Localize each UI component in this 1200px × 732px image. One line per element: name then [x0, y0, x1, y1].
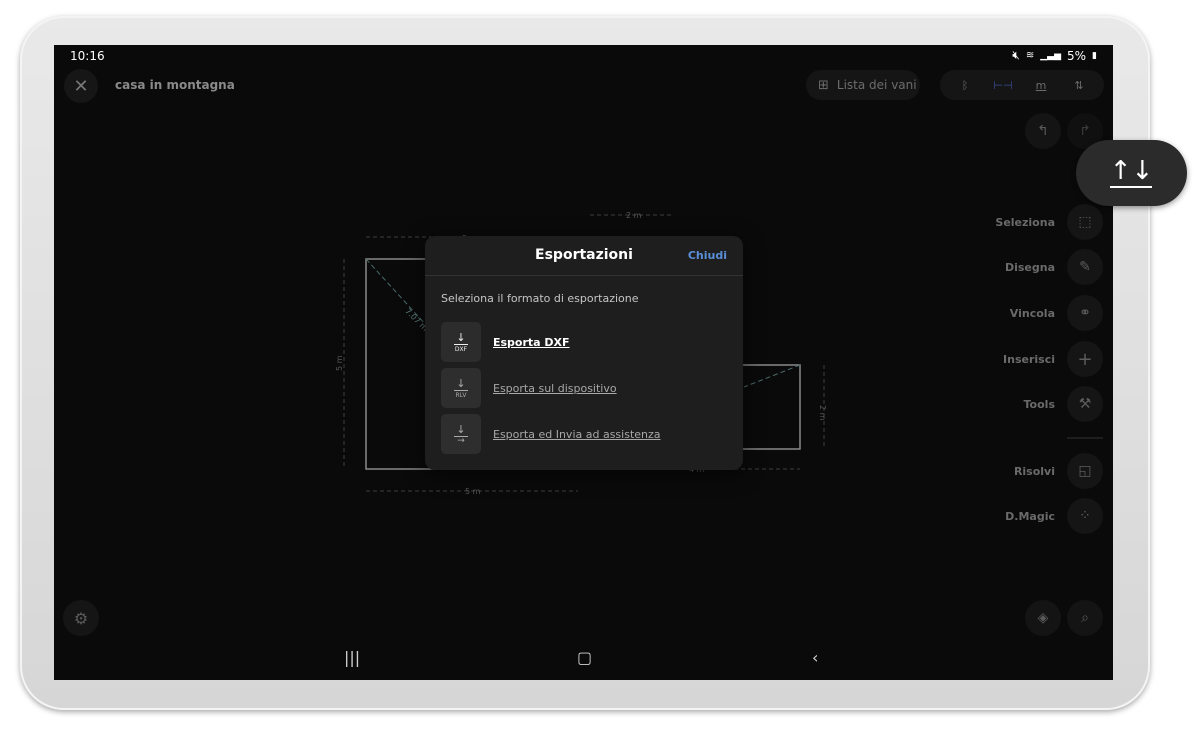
export-dxf-option[interactable]: ↓ DXF Esporta DXF: [441, 322, 570, 362]
search-icon: ⌕: [1081, 610, 1089, 626]
rooms-list-label: Lista dei vani: [836, 78, 917, 92]
tool-select[interactable]: Seleziona ⬚: [995, 204, 1103, 240]
layers-icon: ◈: [1037, 610, 1049, 626]
hammer-icon[interactable]: ⚒: [1067, 386, 1103, 422]
export-device-label[interactable]: Esporta sul dispositivo: [493, 382, 617, 395]
close-button[interactable]: ✕: [64, 69, 98, 103]
tool-label: Inserisci: [1003, 352, 1055, 366]
export-arrows-icon: ↑↓: [1109, 156, 1154, 186]
export-dialog: Esportazioni Chiudi Seleziona il formato…: [425, 236, 743, 470]
rooms-list-button[interactable]: ⊞ Lista dei vani: [806, 70, 920, 100]
diagonal-right: [743, 364, 801, 388]
dialog-subtitle: Seleziona il formato di esportazione: [441, 292, 639, 305]
undo-icon: ↰: [1037, 123, 1049, 139]
battery-level: 5%: [1067, 48, 1087, 63]
download-rlv-icon: ↓ RLV: [441, 368, 481, 408]
tool-label: Seleziona: [995, 215, 1055, 229]
mute-icon: 🔇︎: [1012, 48, 1020, 62]
status-bar: 10:16 🔇︎ ≋ ▁▃▅ 5% ▮: [54, 45, 1113, 67]
magic-icon[interactable]: ⁘: [1067, 498, 1103, 534]
export-icon[interactable]: ⇅: [1064, 79, 1094, 92]
select-icon[interactable]: ⬚: [1067, 204, 1103, 240]
tool-label: D.Magic: [1005, 509, 1055, 523]
export-support-option[interactable]: ↓ → Esporta ed Invia ad assistenza: [441, 414, 661, 454]
dialog-close-button[interactable]: Chiudi: [688, 249, 727, 262]
solve-icon[interactable]: ◱: [1067, 453, 1103, 489]
download-dxf-icon: ↓ DXF: [441, 322, 481, 362]
export-support-label[interactable]: Esporta ed Invia ad assistenza: [493, 428, 661, 441]
link-icon[interactable]: ⚭: [1067, 295, 1103, 331]
dxf-tag: DXF: [454, 345, 468, 353]
undo-redo-group: ↰ ↱: [1025, 113, 1105, 149]
tool-label: Vincola: [1009, 306, 1055, 320]
status-time: 10:16: [70, 49, 105, 63]
rlv-tag: RLV: [455, 391, 467, 399]
grid-icon: ⊞: [818, 77, 829, 93]
send-support-icon: ↓ →: [441, 414, 481, 454]
tool-solve[interactable]: Risolvi ◱: [1014, 453, 1103, 489]
export-dxf-label[interactable]: Esporta DXF: [493, 336, 570, 349]
tool-dmagic[interactable]: D.Magic ⁘: [1005, 498, 1103, 534]
wifi-icon: ≋: [1025, 50, 1035, 61]
pencil-icon[interactable]: ✎: [1067, 249, 1103, 285]
system-nav-bar: ||| ▢ ‹: [54, 640, 1113, 680]
tool-insert[interactable]: Inserisci +: [1003, 341, 1103, 377]
top-app-bar: ✕ casa in montagna ⊞ Lista dei vani ᛒ ⊢⊣…: [54, 67, 1113, 103]
dim-label-top: 2 m: [626, 211, 642, 220]
redo-icon: ↱: [1079, 123, 1091, 139]
search-button[interactable]: ⌕: [1067, 600, 1103, 636]
tool-draw[interactable]: Disegna ✎: [1005, 249, 1103, 285]
project-title: casa in montagna: [115, 78, 235, 92]
battery-icon: ▮: [1092, 50, 1097, 61]
toolbar-pill-group: ᛒ ⊢⊣ m ⇅: [940, 70, 1104, 100]
dim-label-right: 2 m: [818, 405, 827, 421]
tool-label: Risolvi: [1013, 464, 1055, 478]
tool-tools[interactable]: Tools ⚒: [1024, 386, 1103, 422]
recent-apps-icon[interactable]: |||: [344, 648, 360, 667]
undo-button[interactable]: ↰: [1025, 113, 1061, 149]
settings-button[interactable]: ⚙: [63, 600, 99, 636]
status-icons: 🔇︎ ≋ ▁▃▅ 5% ▮: [1012, 48, 1097, 63]
bottom-right-controls: ◈ ⌕: [1025, 600, 1103, 636]
dialog-header: Esportazioni Chiudi: [425, 236, 743, 276]
export-underline: [1110, 186, 1153, 188]
tool-constrain[interactable]: Vincola ⚭: [1010, 295, 1103, 331]
back-icon[interactable]: ‹: [812, 648, 818, 667]
signal-icon: ▁▃▅: [1040, 50, 1061, 61]
home-icon[interactable]: ▢: [577, 648, 592, 667]
tool-label: Disegna: [1004, 260, 1055, 274]
room-right-outline: [741, 364, 801, 450]
app-screen: 2 m 5 m 7.07 m 5 m 5 m 2 m 4 m 10:16 🔇︎ …: [54, 45, 1113, 680]
dim-label-left: 5 m: [335, 355, 344, 371]
ruler-icon[interactable]: ⊢⊣: [988, 79, 1018, 92]
send-tag: →: [457, 435, 465, 446]
layers-button[interactable]: ◈: [1025, 600, 1061, 636]
plus-icon[interactable]: +: [1067, 341, 1103, 377]
bluetooth-icon[interactable]: ᛒ: [950, 79, 980, 92]
unit-button[interactable]: m: [1026, 79, 1056, 92]
tool-label: Tools: [1023, 397, 1055, 411]
dim-label-bottom: 5 m: [465, 487, 481, 496]
export-floating-button[interactable]: ↑↓: [1076, 140, 1187, 206]
export-device-option[interactable]: ↓ RLV Esporta sul dispositivo: [441, 368, 617, 408]
close-icon: ✕: [73, 75, 89, 97]
tool-separator: [1067, 437, 1103, 439]
gear-icon: ⚙: [73, 608, 89, 628]
